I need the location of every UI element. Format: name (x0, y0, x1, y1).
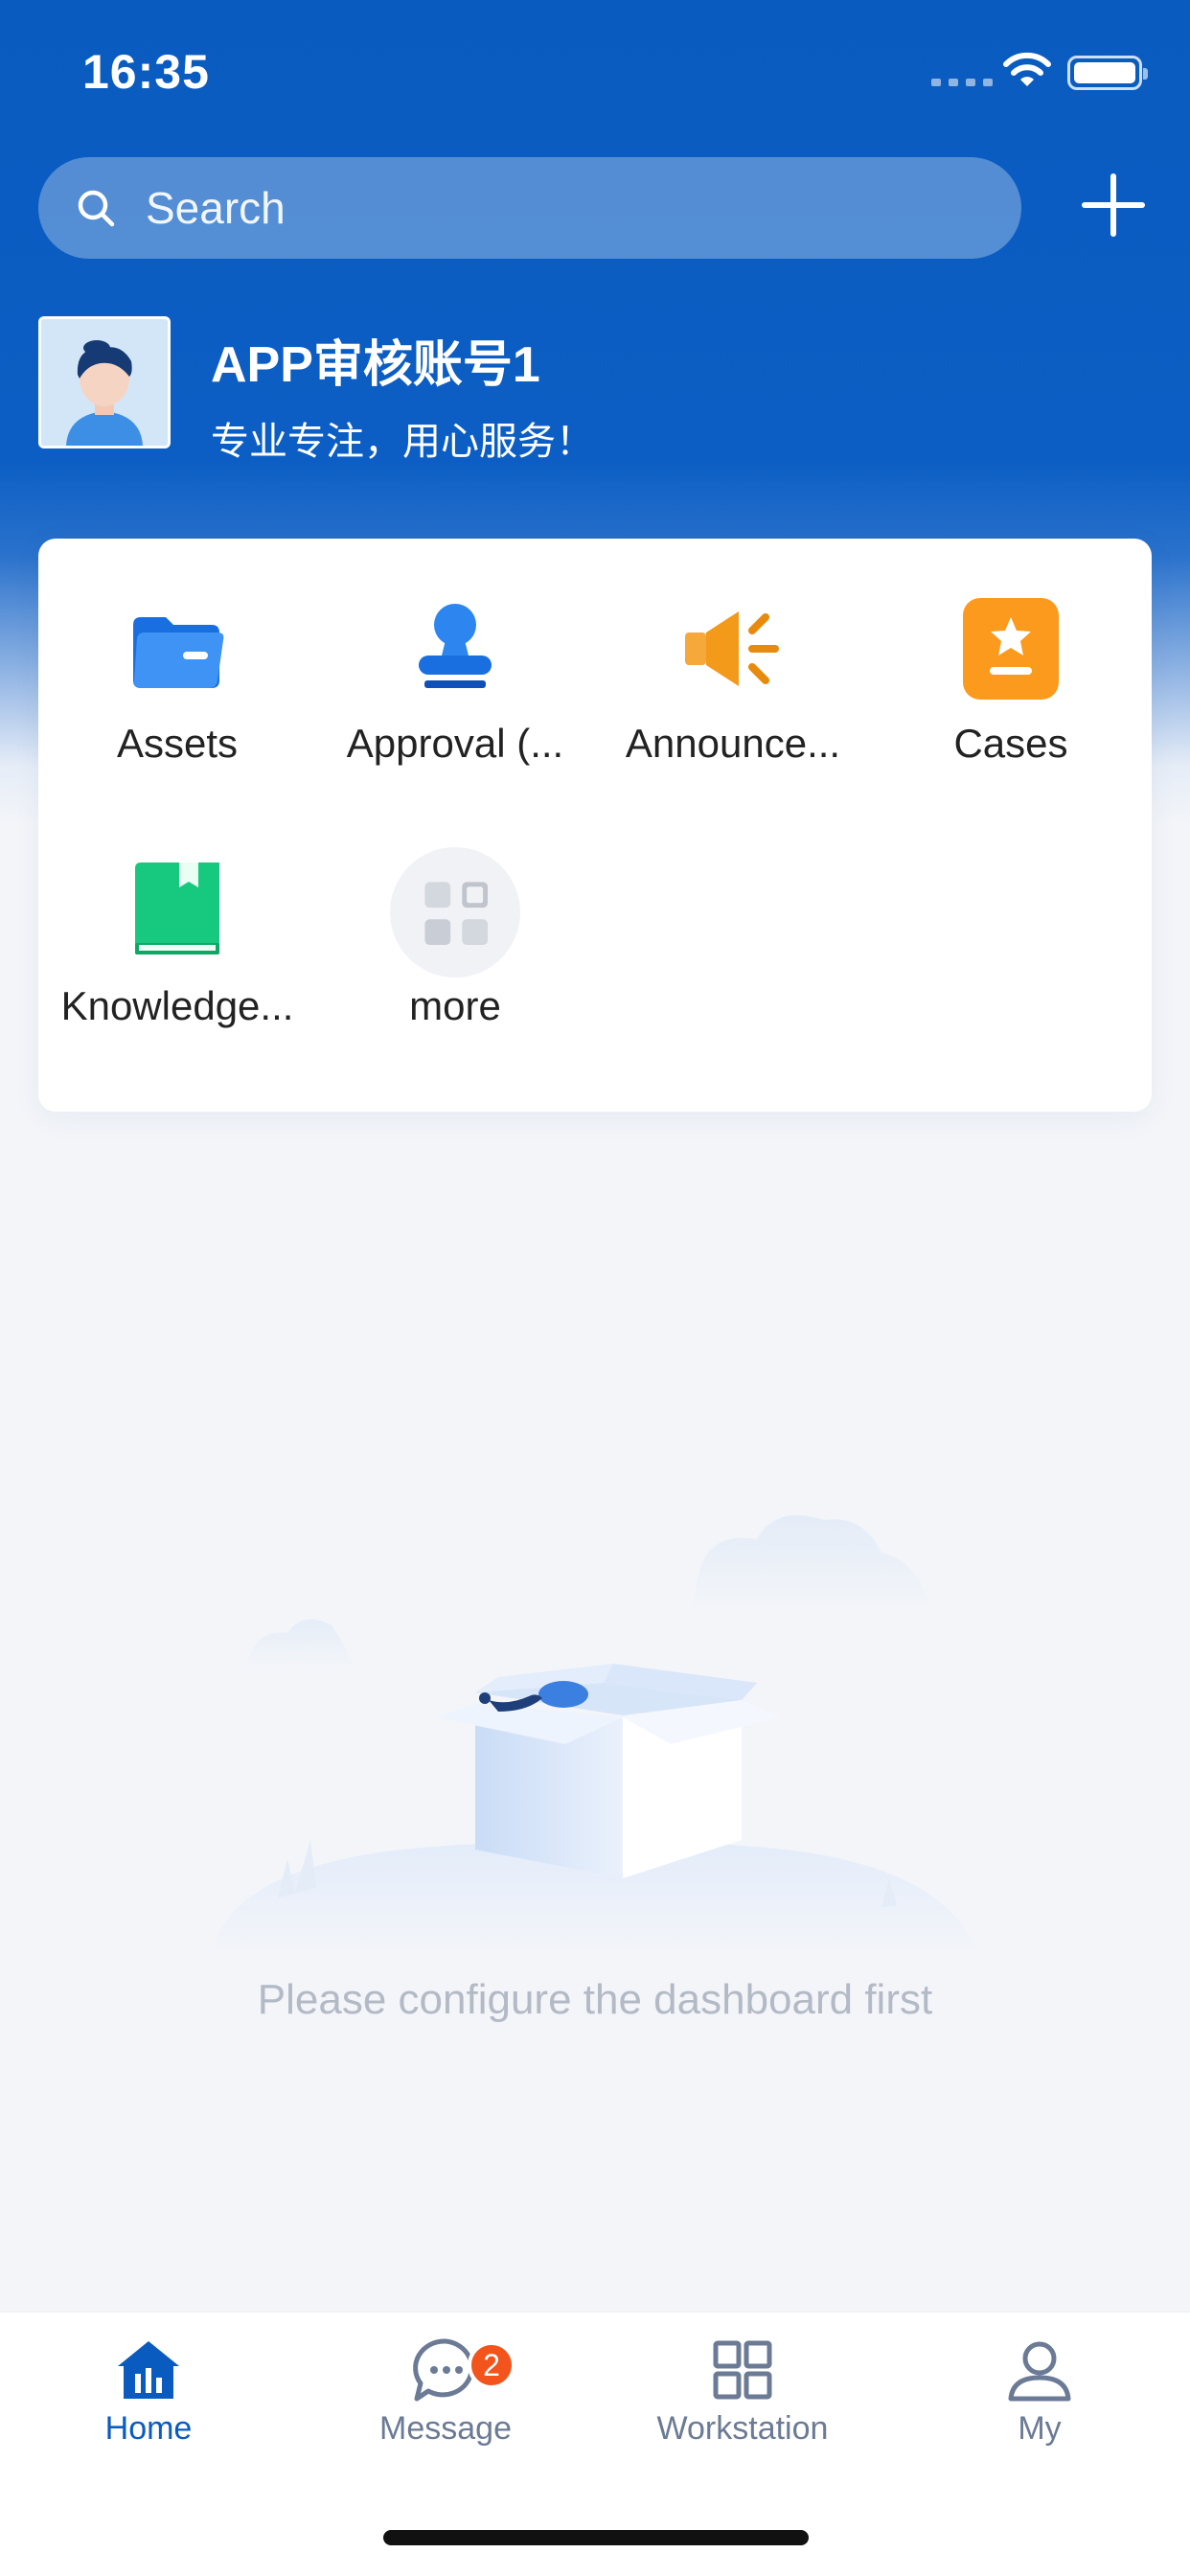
megaphone-icon (685, 611, 779, 686)
tab-message[interactable]: Message 2 (297, 2332, 594, 2448)
grid-icon (713, 2340, 772, 2400)
star-card-icon (963, 598, 1059, 700)
home-screen: 16:35 APP审核账号1 专业专注，用心服务！ (0, 0, 1190, 2576)
home-indicator[interactable] (383, 2530, 809, 2545)
home-icon (118, 2341, 179, 2399)
add-button[interactable] (1081, 172, 1146, 238)
empty-state-message: Please configure the dashboard first (257, 1976, 933, 2023)
tab-my[interactable]: My (891, 2332, 1188, 2448)
tab-workstation[interactable]: Workstation (594, 2332, 891, 2448)
empty-box-illustration (211, 1515, 977, 1955)
app-label: Knowledge... (60, 983, 294, 1028)
folder-icon (133, 617, 224, 688)
unread-badge: 2 (468, 2341, 515, 2389)
status-bar: 16:35 (0, 0, 1190, 144)
app-announcements[interactable]: Announce... (594, 596, 872, 767)
search-icon (78, 190, 115, 227)
stamp-icon (419, 604, 492, 688)
app-label: Assets (116, 721, 239, 766)
tab-label: Home (104, 2410, 193, 2447)
tab-label: Workstation (656, 2410, 829, 2447)
profile-name: APP审核账号1 (211, 337, 540, 393)
grid-more-icon (390, 847, 520, 978)
cellular-signal-icon (931, 79, 993, 86)
tab-label: My (1018, 2410, 1062, 2447)
app-label: more (409, 983, 501, 1028)
user-icon (1008, 2341, 1071, 2402)
app-approval[interactable]: Approval (... (316, 596, 594, 767)
battery-icon (1067, 56, 1148, 90)
book-icon (135, 862, 219, 954)
app-cases[interactable]: Cases (872, 596, 1150, 767)
avatar[interactable] (38, 316, 171, 448)
tab-label: Message (379, 2410, 512, 2447)
person-avatar-icon (41, 319, 168, 446)
tab-home[interactable]: Home (0, 2332, 297, 2448)
search-input[interactable] (146, 182, 912, 234)
app-label: Approval (... (346, 721, 564, 766)
app-knowledge[interactable]: Knowledge... (38, 859, 316, 1029)
app-more[interactable]: more (316, 847, 594, 1029)
app-label: Cases (953, 721, 1068, 766)
app-assets[interactable]: Assets (38, 596, 316, 767)
apps-card: Assets Approval (... Announce... Cases K… (38, 539, 1152, 1112)
profile-motto: 专业专注，用心服务！ (211, 421, 594, 463)
wifi-icon (1003, 52, 1051, 86)
status-time: 16:35 (82, 45, 210, 99)
app-label: Announce... (625, 721, 841, 766)
search-bar[interactable] (38, 157, 1021, 259)
